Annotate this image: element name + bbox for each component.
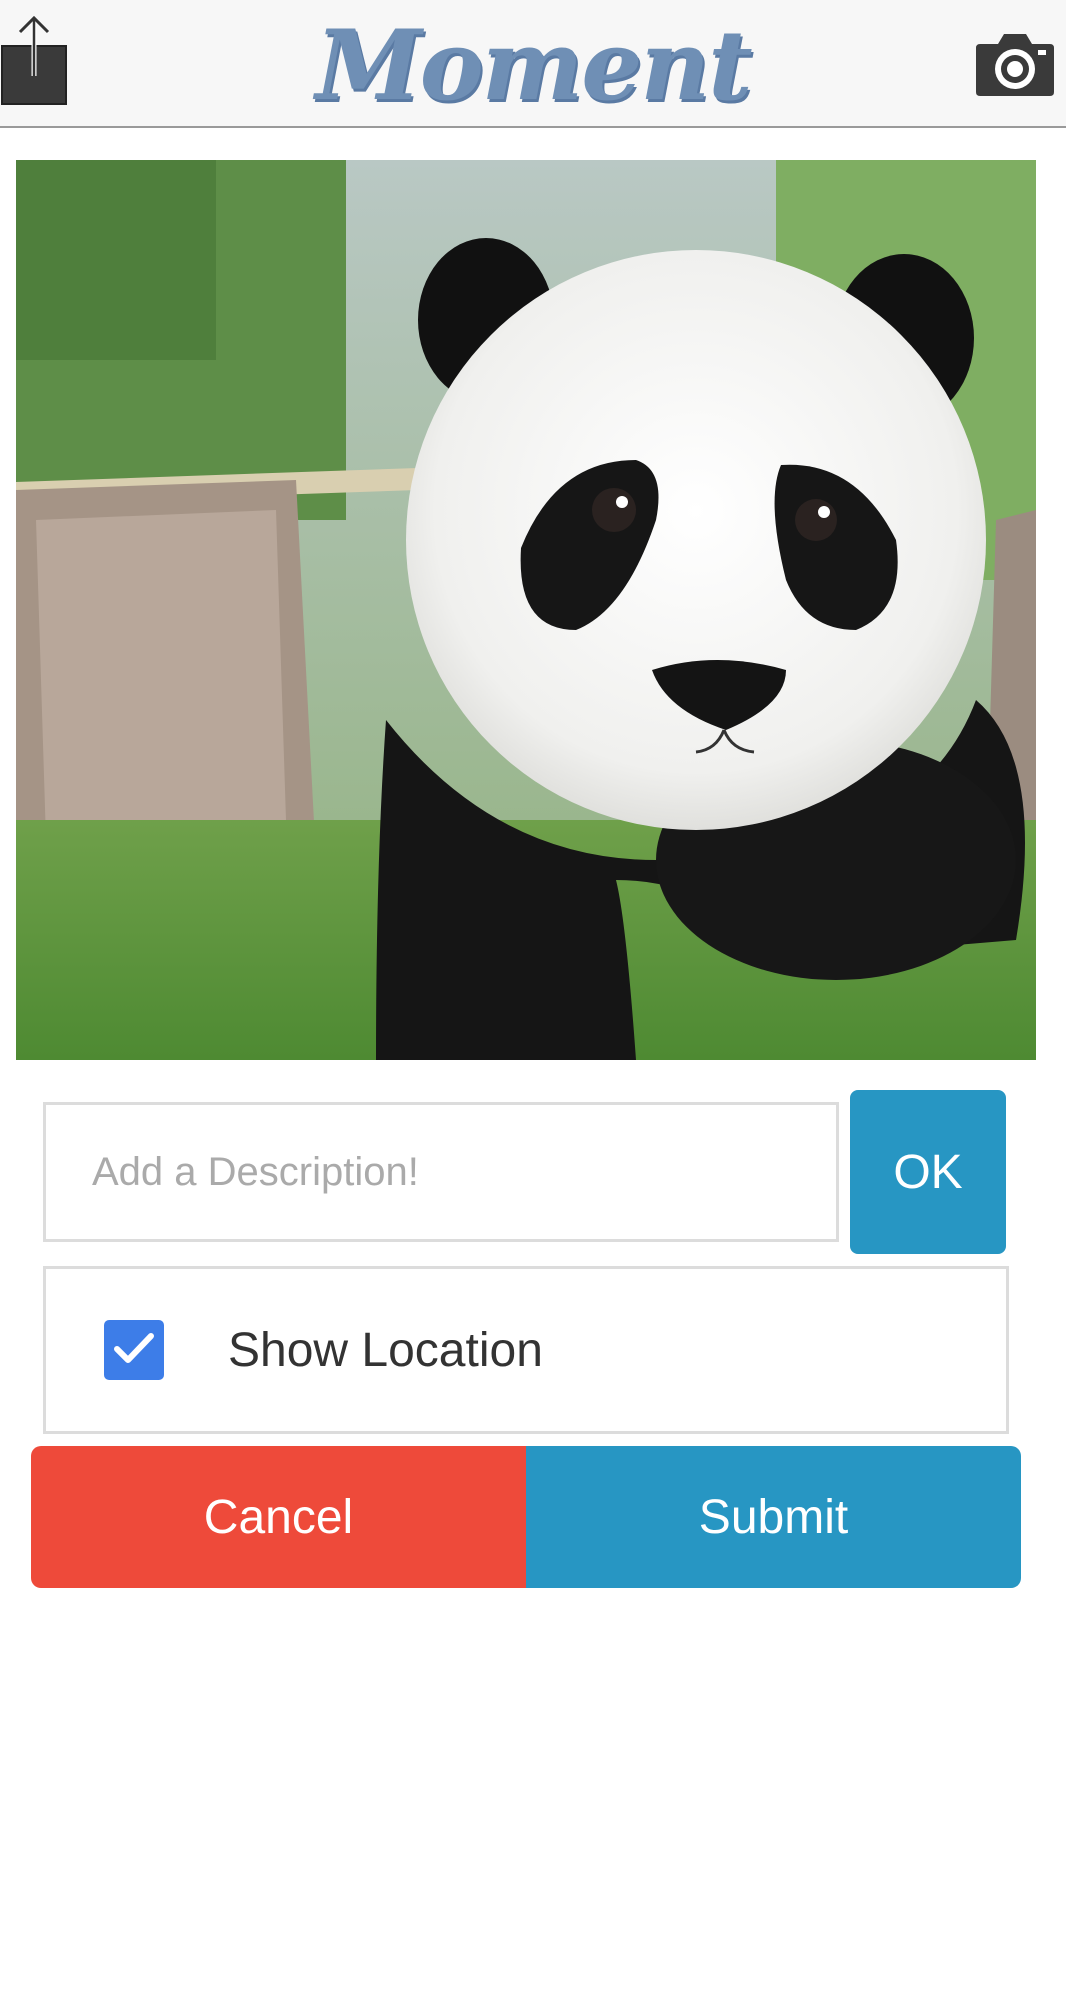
- location-checkbox[interactable]: [104, 1320, 164, 1380]
- app-screen: Moment Add a Description! OK Show Locati…: [0, 0, 1066, 1992]
- app-logo: Moment: [315, 8, 752, 122]
- show-location-toggle[interactable]: Show Location: [43, 1266, 1009, 1434]
- action-buttons: Cancel Submit: [31, 1446, 1021, 1588]
- cancel-button[interactable]: Cancel: [31, 1446, 526, 1588]
- checkmark-icon: [114, 1332, 154, 1369]
- camera-button[interactable]: [974, 30, 1056, 98]
- submit-button[interactable]: Submit: [526, 1446, 1021, 1588]
- show-location-label: Show Location: [228, 1323, 543, 1377]
- camera-icon: [974, 34, 1056, 102]
- panda-photo: [16, 160, 1036, 1060]
- description-input[interactable]: [43, 1102, 839, 1242]
- header-bar: Moment: [0, 0, 1066, 128]
- ok-button[interactable]: OK: [850, 1090, 1006, 1254]
